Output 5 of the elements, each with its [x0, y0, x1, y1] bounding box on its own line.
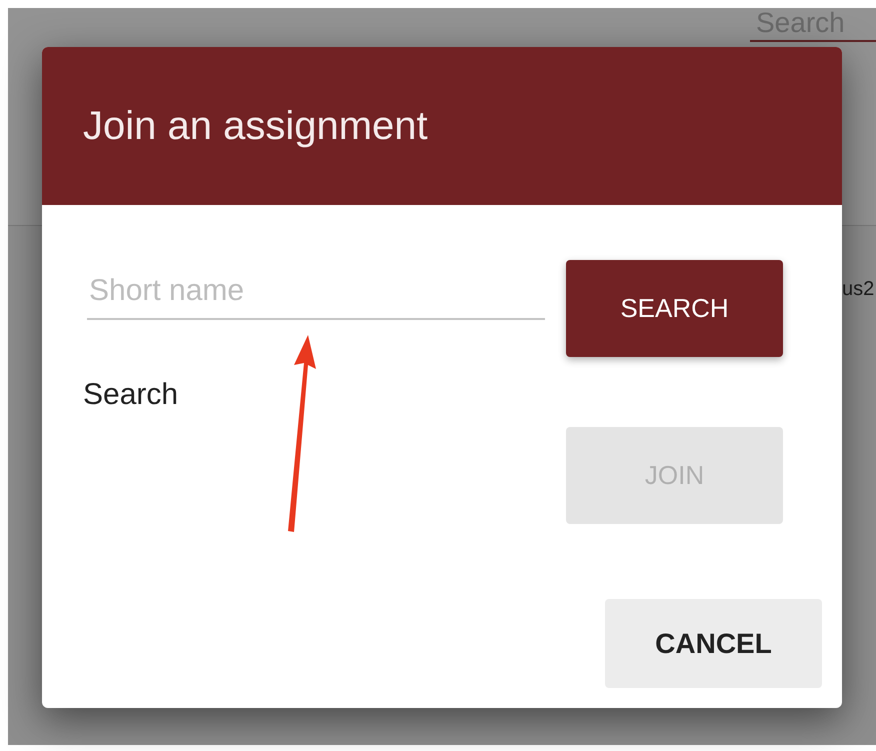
cancel-button[interactable]: CANCEL [605, 599, 822, 688]
list-item-text: us2 [842, 278, 874, 301]
status-text: Search [83, 378, 180, 412]
dialog-title: Join an assignment [83, 104, 428, 148]
search-button[interactable]: SEARCH [566, 260, 783, 357]
